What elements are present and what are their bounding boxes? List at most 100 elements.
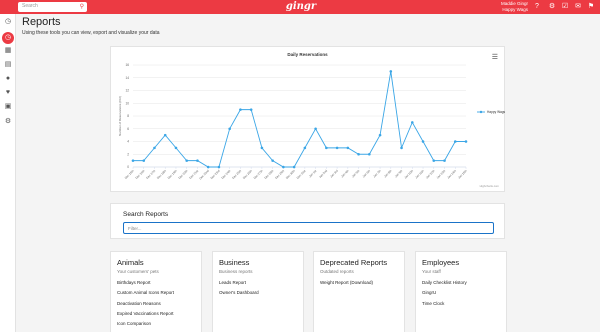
data-point xyxy=(453,140,457,143)
data-point xyxy=(163,133,167,137)
x-tick-label: Jan 9th xyxy=(394,169,404,179)
global-search-input[interactable]: Search ⚲ xyxy=(18,2,87,12)
filter-placeholder: Filter... xyxy=(128,226,142,231)
clock-icon[interactable]: ◷ xyxy=(4,34,12,42)
search-placeholder: Search xyxy=(22,3,38,9)
x-tick-label: Dec 23rd xyxy=(210,169,221,180)
id-card-icon[interactable]: ▤ xyxy=(4,61,12,69)
x-tick-label: Dec 20th xyxy=(177,169,188,180)
data-point xyxy=(357,152,360,156)
x-tick-label: Dec 30th xyxy=(285,169,296,180)
data-point xyxy=(206,165,210,169)
heart-icon[interactable]: ♥ xyxy=(4,89,12,97)
help-icon[interactable]: ? xyxy=(533,3,541,11)
report-link[interactable]: Deactivation Reasons xyxy=(117,301,174,311)
data-point xyxy=(292,165,296,169)
report-card-business: Business Business reports Leads Report O… xyxy=(212,251,304,332)
chart-credit: Highcharts.com xyxy=(480,184,500,188)
data-point xyxy=(260,146,264,150)
y-tick-label: 4 xyxy=(127,140,129,144)
x-tick-label: Dec 16th xyxy=(134,169,145,180)
report-link[interactable]: Icon Comparison xyxy=(117,321,174,331)
data-point xyxy=(239,108,242,111)
y-tick-label: 2 xyxy=(127,152,129,156)
x-tick-label: Jan 14th xyxy=(446,169,457,180)
user-location: Happy Wags xyxy=(502,7,528,12)
report-card-subtitle: Your customers' pets xyxy=(117,269,159,274)
top-bar: Search ⚲ gingr Maddie Gingr Happy Wags ?… xyxy=(0,0,600,14)
book-icon[interactable]: ▣ xyxy=(4,103,12,111)
x-tick-label: Jan 4th xyxy=(340,169,350,179)
x-tick-label: Jan 8th xyxy=(383,169,393,179)
y-tick-label: 0 xyxy=(127,165,129,169)
report-card-subtitle: Business reports xyxy=(219,269,253,274)
data-point xyxy=(271,159,274,162)
x-tick-label: Jan 10th xyxy=(403,169,414,180)
data-point xyxy=(249,108,253,111)
dashboard-icon[interactable]: ◷ xyxy=(4,18,12,26)
data-point xyxy=(325,146,328,150)
data-point xyxy=(378,133,382,137)
x-tick-label: Jan 13th xyxy=(436,169,447,180)
report-link[interactable]: Time Clock xyxy=(422,301,467,311)
data-point xyxy=(368,152,371,156)
x-tick-label: Jan 1st xyxy=(308,169,318,179)
report-card-employees: Employees Your staff Daily Checklist His… xyxy=(415,251,507,332)
report-link[interactable]: Weight Report (Download) xyxy=(320,280,373,290)
cart-icon[interactable]: ☑ xyxy=(561,3,569,11)
y-tick-label: 16 xyxy=(125,63,129,67)
x-tick-label: Jan 3rd xyxy=(329,169,339,179)
user-menu[interactable]: Maddie Gingr Happy Wags xyxy=(492,1,528,13)
x-tick-label: Dec 18th xyxy=(156,169,167,180)
report-card-title: Employees xyxy=(422,258,460,267)
report-filter-input[interactable]: Filter... xyxy=(123,222,494,234)
data-point xyxy=(314,127,317,131)
report-card-subtitle: Outdated reports xyxy=(320,269,354,274)
report-link[interactable]: Owner's Dashboard xyxy=(219,290,259,300)
search-icon[interactable]: ⚲ xyxy=(80,3,84,11)
data-point xyxy=(443,159,446,162)
x-tick-label: Jan 5th xyxy=(351,169,361,179)
page-subtitle: Using these tools you can view, export a… xyxy=(22,30,160,36)
x-tick-label: Dec 17th xyxy=(145,169,156,180)
chart-card: Daily Reservations ☰ 0 2 4 6 8 10 12 14 16 Number… xyxy=(110,46,506,192)
data-point xyxy=(142,159,146,162)
reservations-chart: 0 2 4 6 8 10 12 14 16 Number of Reservations (Ctr… xyxy=(118,63,506,188)
report-card-title: Animals xyxy=(117,258,144,267)
bell-icon[interactable]: ⚑ xyxy=(587,3,595,11)
search-reports-title: Search Reports xyxy=(123,211,169,218)
x-tick-label: Dec 15th xyxy=(124,169,135,180)
report-link[interactable]: Daily Checklist History xyxy=(422,280,467,290)
y-tick-label: 10 xyxy=(125,101,129,105)
x-tick-label: Jan 12th xyxy=(425,169,436,180)
report-card-animals: Animals Your customers' pets Birthdays R… xyxy=(110,251,202,332)
data-point xyxy=(228,127,231,131)
cogs-icon[interactable]: ⚙ xyxy=(4,118,12,126)
report-link[interactable]: Custom Animal Icons Report xyxy=(117,290,174,300)
report-link[interactable]: Expired Vaccinations Report xyxy=(117,311,174,321)
x-tick-label: Dec 25th xyxy=(231,169,242,180)
report-card-title: Deprecated Reports xyxy=(320,258,388,267)
settings-icon[interactable]: ⚙ xyxy=(548,3,556,11)
data-point xyxy=(410,121,414,124)
y-tick-label: 12 xyxy=(125,89,129,93)
chat-icon[interactable]: ✉ xyxy=(574,3,582,11)
report-link[interactable]: Birthdays Report xyxy=(117,280,174,290)
x-tick-label: Dec 31st xyxy=(296,169,307,180)
report-link[interactable]: GingrU xyxy=(422,290,467,300)
logo[interactable]: gingr xyxy=(284,0,318,14)
y-tick-label: 14 xyxy=(125,76,129,80)
x-tick-label: Jan 7th xyxy=(372,169,382,179)
paw-icon[interactable]: ● xyxy=(4,75,12,83)
search-reports-card: Search Reports Filter... xyxy=(110,203,505,239)
report-card-subtitle: Your staff xyxy=(422,269,441,274)
x-tick-label: Dec 27th xyxy=(253,169,264,180)
calendar-icon[interactable]: ▦ xyxy=(4,47,12,55)
x-tick-label: Jan 11th xyxy=(414,169,425,180)
data-point xyxy=(464,140,468,143)
report-card-title: Business xyxy=(219,258,250,267)
data-point xyxy=(185,159,189,162)
data-point xyxy=(346,146,350,150)
report-link[interactable]: Leads Report xyxy=(219,280,259,290)
data-point xyxy=(174,146,178,150)
